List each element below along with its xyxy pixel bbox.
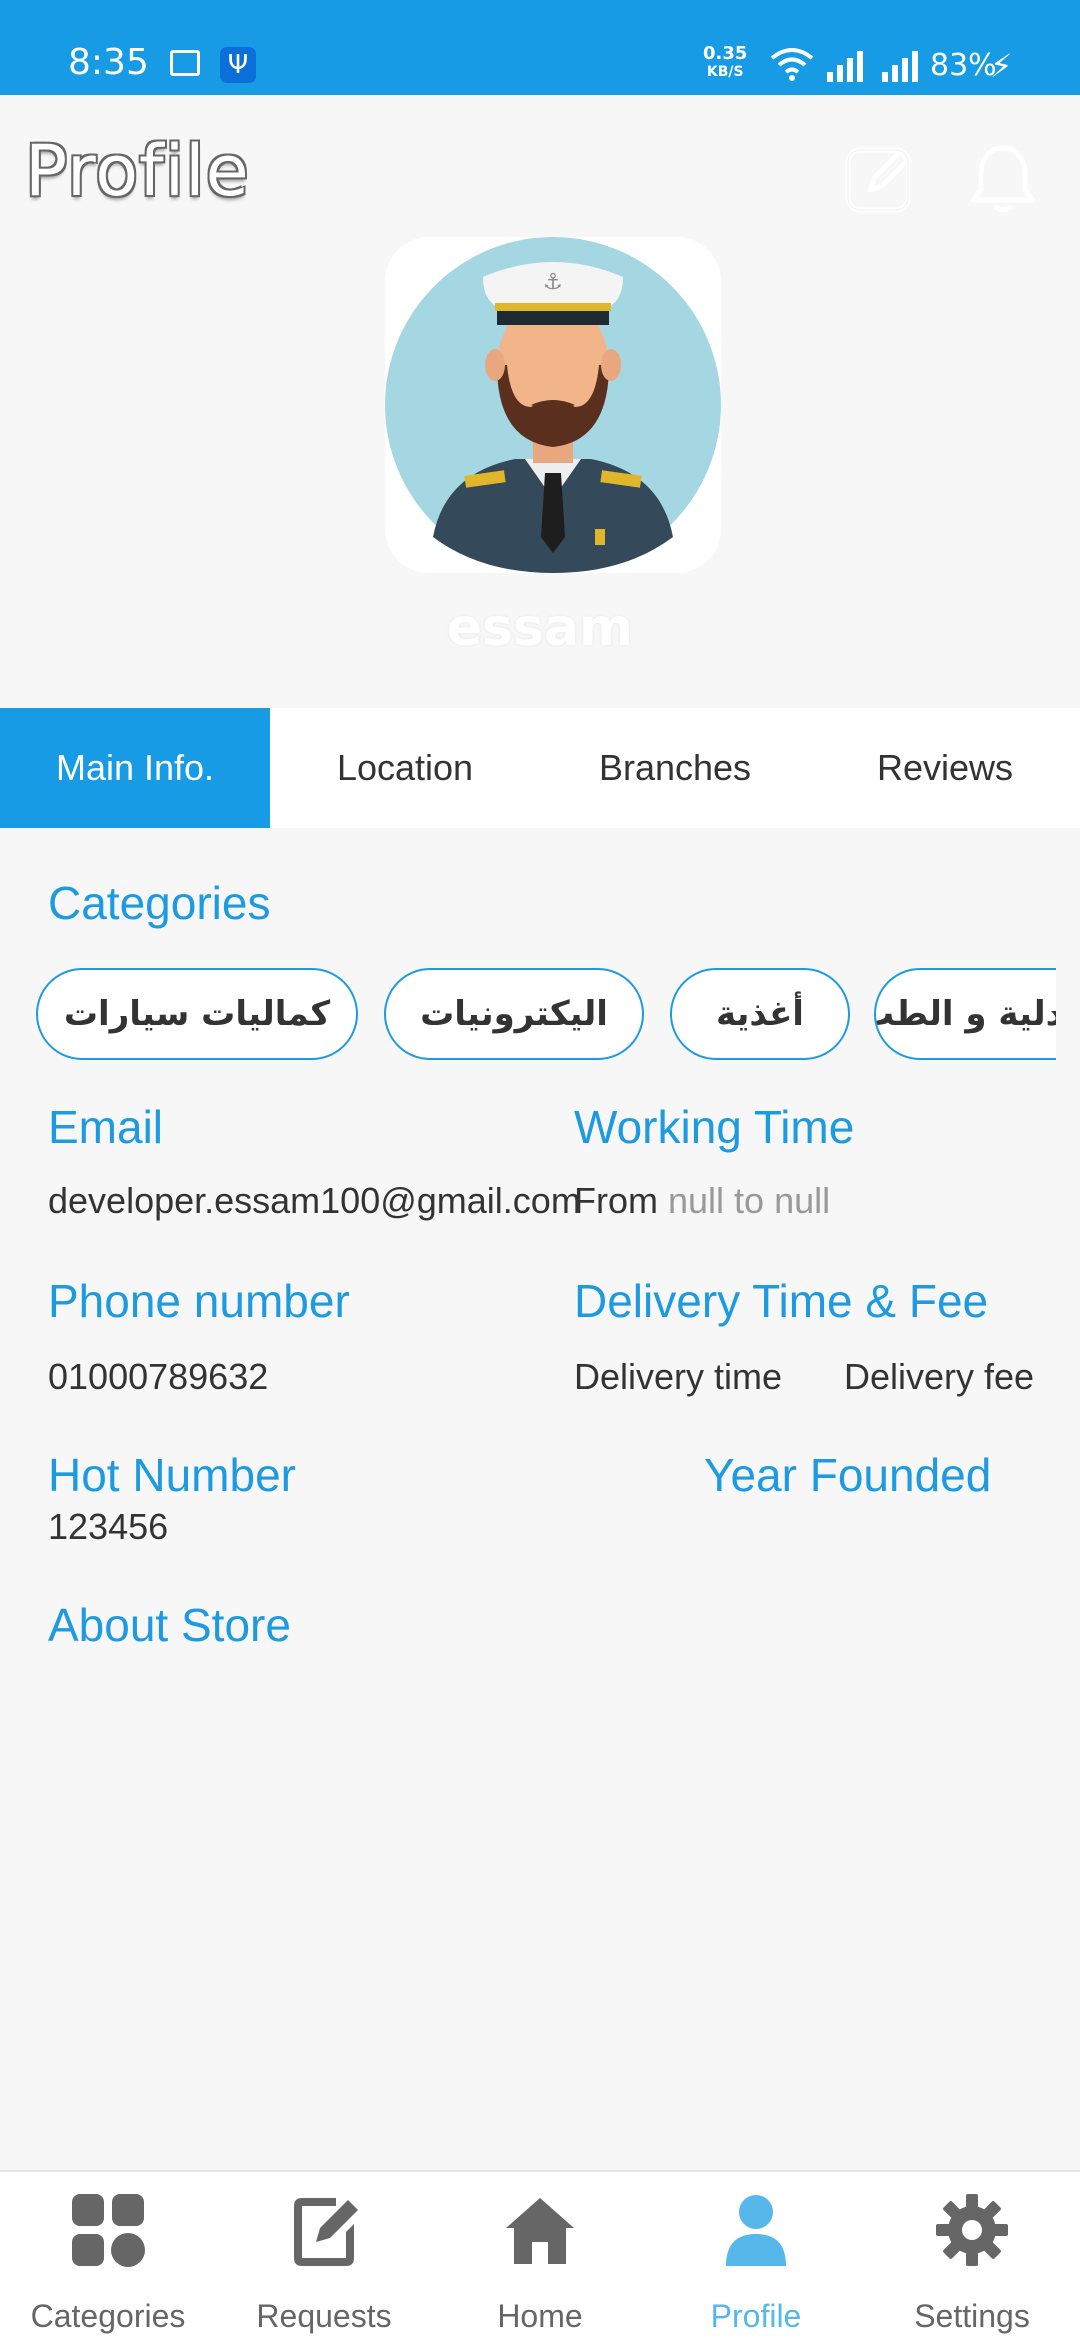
requests-icon xyxy=(294,2198,358,2266)
svg-text:⚓: ⚓ xyxy=(543,270,563,295)
category-chip[interactable]: كماليات سيارات xyxy=(36,968,358,1060)
delivery-time: Delivery time xyxy=(574,1356,783,1397)
year-founded-label: Year Founded xyxy=(704,1449,992,1501)
nav-label: Requests xyxy=(256,2298,392,2334)
about-store-label: About Store xyxy=(48,1599,291,1651)
hot-number-label: Hot Number xyxy=(48,1449,296,1501)
charging-icon: ⚡ xyxy=(990,47,1013,85)
nav-label: Settings xyxy=(914,2298,1030,2334)
email-value: developer.essam100@gmail.com xyxy=(48,1180,581,1221)
username: essam xyxy=(446,598,634,658)
phone-value: 01000789632 xyxy=(48,1356,269,1397)
nav-label: Profile xyxy=(710,2298,802,2334)
categories-icon xyxy=(72,2194,145,2267)
profile-icon xyxy=(726,2195,786,2266)
delivery-fee: Delivery fee xyxy=(844,1356,1035,1397)
category-chip[interactable]: صيدلية و الطب xyxy=(874,968,1056,1060)
nav-label: Home xyxy=(497,2298,583,2334)
page-title: Profile xyxy=(25,130,250,212)
avatar[interactable]: ⚓ xyxy=(385,237,721,573)
network-speed-unit: KB/S xyxy=(706,64,744,80)
category-chip[interactable]: أغذية xyxy=(670,968,850,1060)
working-time-range: null to null xyxy=(668,1180,831,1221)
tab-main-info[interactable]: Main Info. xyxy=(0,708,270,828)
network-speed-value: 0.35 xyxy=(703,43,748,64)
usb-icon: Ψ xyxy=(220,47,256,83)
nav-categories[interactable]: Categories xyxy=(0,2172,216,2342)
signal-icon-2 xyxy=(882,51,918,82)
nav-profile[interactable]: Profile xyxy=(648,2172,864,2342)
home-icon xyxy=(506,2198,574,2264)
captain-avatar-image: ⚓ xyxy=(385,237,721,573)
nav-requests[interactable]: Requests xyxy=(216,2172,432,2342)
working-time-prefix: From xyxy=(574,1180,658,1221)
bell-icon[interactable] xyxy=(963,140,1043,220)
category-chip[interactable]: اليكترونيات xyxy=(384,968,644,1060)
profile-tabs: Main Info. Location Branches Reviews xyxy=(0,708,1080,828)
bottom-nav: Categories Requests Home Profile Setting… xyxy=(0,2170,1080,2342)
network-speed: 0.35 KB/S xyxy=(703,45,747,81)
nav-home[interactable]: Home xyxy=(432,2172,648,2342)
email-label: Email xyxy=(48,1101,164,1153)
edit-icon[interactable] xyxy=(840,140,920,220)
status-bar: 8:35 Ψ 0.35 KB/S 83% ⚡ xyxy=(0,0,1080,95)
battery-percent: 83% xyxy=(930,48,997,83)
nav-settings[interactable]: Settings xyxy=(864,2172,1080,2342)
working-time-value: From null to null xyxy=(574,1180,830,1222)
categories-label: Categories xyxy=(48,877,271,929)
categories-chip-list[interactable]: كماليات سيارات اليكترونيات أغذية صيدلية … xyxy=(36,968,1056,1064)
phone-label: Phone number xyxy=(48,1275,350,1327)
wifi-icon xyxy=(770,48,814,81)
tab-branches[interactable]: Branches xyxy=(540,708,810,828)
hot-number-value: 123456 xyxy=(48,1506,169,1547)
delivery-label: Delivery Time & Fee xyxy=(574,1275,989,1327)
status-time: 8:35 xyxy=(68,42,149,83)
signal-icon-1 xyxy=(827,51,863,82)
tab-reviews[interactable]: Reviews xyxy=(810,708,1080,828)
tab-location[interactable]: Location xyxy=(270,708,540,828)
nav-label: Categories xyxy=(30,2298,186,2334)
cast-icon xyxy=(170,50,200,76)
settings-icon xyxy=(936,2194,1008,2266)
working-time-label: Working Time xyxy=(574,1101,855,1153)
